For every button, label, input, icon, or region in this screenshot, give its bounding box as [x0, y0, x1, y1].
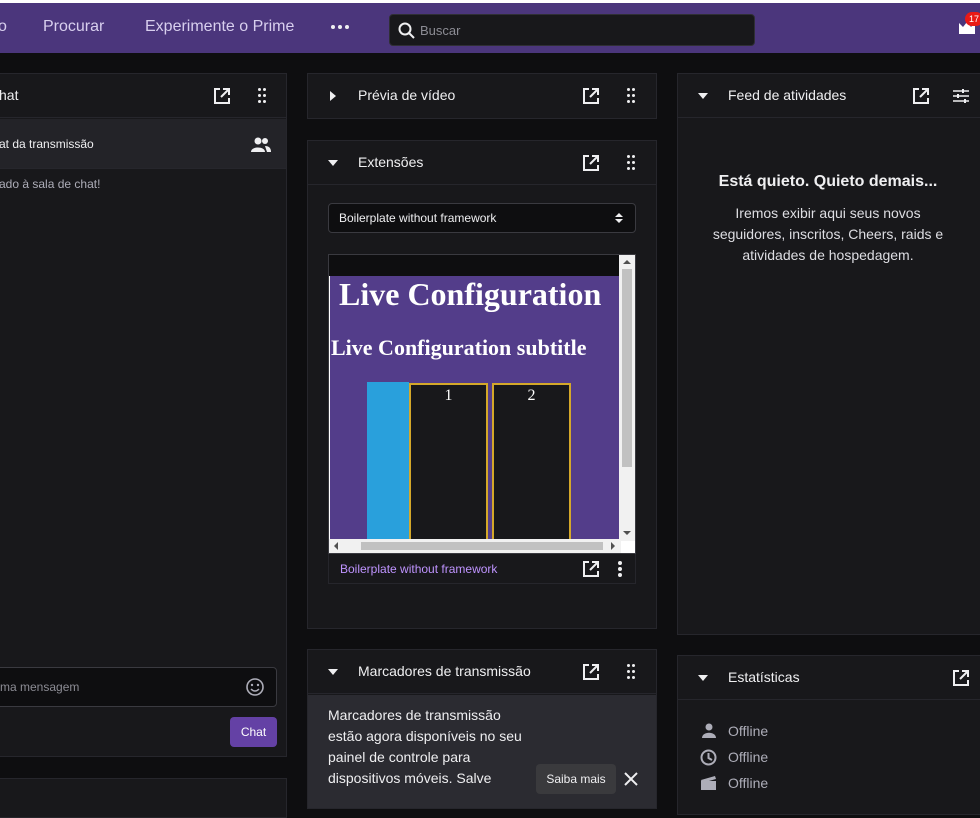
notice-line: painel de controle para — [328, 749, 471, 765]
extensions-header: Extensões — [308, 141, 656, 185]
extension-card[interactable]: 2 — [492, 383, 571, 541]
chat-panel-header: hat — [0, 74, 286, 118]
stat-viewers-value: Offline — [728, 723, 769, 739]
extension-heading: Live Configuration — [339, 276, 602, 312]
popout-icon[interactable] — [583, 155, 599, 171]
chat-input[interactable]: ma mensagem — [0, 667, 277, 707]
drag-handle-icon[interactable] — [258, 88, 266, 104]
close-icon[interactable] — [624, 772, 638, 786]
search-input[interactable] — [420, 15, 740, 45]
clock-icon — [700, 749, 717, 766]
popout-icon[interactable] — [583, 561, 599, 577]
scroll-left-icon[interactable] — [333, 542, 339, 550]
panel-title: Feed de atividades — [728, 87, 847, 103]
filter-settings-icon[interactable] — [953, 89, 969, 103]
chat-subheader-label: at da transmissão — [0, 137, 94, 151]
extension-card[interactable]: 1 — [409, 383, 488, 541]
extension-content: Live Configuration Live Configuration su… — [330, 276, 620, 541]
panel-title: hat — [0, 87, 19, 103]
nav-link-partial[interactable]: o — [0, 18, 7, 36]
activity-feed-panel: Feed de atividades Está quieto. Quieto d… — [677, 73, 980, 635]
drag-handle-icon[interactable] — [627, 664, 635, 680]
popout-icon[interactable] — [953, 670, 969, 686]
panel-title: Estatísticas — [728, 669, 800, 685]
stream-markers-panel: Marcadores de transmissão Marcadores de … — [307, 649, 657, 809]
popout-icon[interactable] — [913, 88, 929, 104]
search-box[interactable] — [389, 14, 755, 46]
expand-arrow-icon[interactable] — [330, 91, 336, 101]
scroll-up-icon[interactable] — [623, 259, 631, 265]
learn-more-button[interactable]: Saiba mais — [536, 764, 616, 794]
drag-handle-icon[interactable] — [627, 155, 635, 171]
panel-title: Marcadores de transmissão — [358, 663, 531, 679]
scroll-right-icon[interactable] — [610, 542, 616, 550]
more-dots-icon[interactable] — [331, 25, 349, 29]
top-nav-bar: o Procurar Experimente o Prime 17 — [0, 0, 980, 53]
vertical-scroll-thumb[interactable] — [622, 269, 632, 467]
chat-welcome-message: ado à sala de chat! — [0, 177, 101, 191]
extension-footer-label[interactable]: Boilerplate without framework — [340, 562, 497, 576]
popout-icon[interactable] — [583, 88, 599, 104]
collapse-arrow-icon[interactable] — [698, 93, 708, 99]
notice-line: dispositivos móveis. Salve — [328, 770, 492, 786]
clapper-icon — [701, 776, 716, 790]
drag-handle-icon[interactable] — [627, 88, 635, 104]
extension-iframe[interactable]: Live Configuration Live Configuration su… — [328, 254, 636, 554]
empty-text-line: seguidores, inscritos, Cheers, raids e — [712, 226, 944, 242]
statistics-panel: Estatísticas Offline Offline Offline — [677, 655, 980, 815]
extension-select-value: Boilerplate without framework — [339, 211, 497, 225]
scroll-down-icon[interactable] — [623, 530, 631, 536]
collapse-arrow-icon[interactable] — [328, 160, 338, 166]
horizontal-scroll-thumb[interactable] — [361, 542, 603, 550]
horizontal-scrollbar[interactable] — [329, 539, 621, 553]
stream-markers-header: Marcadores de transmissão — [308, 650, 656, 694]
users-icon[interactable] — [251, 137, 271, 153]
extension-subtitle: Live Configuration subtitle — [331, 335, 587, 360]
panel-title: Prévia de vídeo — [358, 87, 456, 103]
popout-icon[interactable] — [214, 88, 230, 104]
extension-blue-column — [367, 382, 409, 541]
stream-markers-notice: Marcadores de transmissão estão agora di… — [308, 695, 656, 808]
notice-text: Marcadores de transmissão estão agora di… — [328, 705, 522, 789]
collapse-arrow-icon[interactable] — [698, 675, 708, 681]
vertical-scrollbar[interactable] — [619, 255, 635, 541]
activity-feed-empty-text: Iremos exibir aqui seus novos seguidores… — [678, 203, 978, 266]
extension-footer: Boilerplate without framework — [328, 554, 636, 584]
chat-subheader: at da transmissão — [0, 119, 286, 169]
nav-link-browse[interactable]: Procurar — [43, 18, 104, 36]
viewer-icon — [702, 723, 716, 738]
search-icon — [398, 22, 415, 39]
extension-top-strip — [329, 255, 621, 276]
notice-line: estão agora disponíveis no seu — [328, 728, 522, 744]
popout-icon[interactable] — [583, 664, 599, 680]
stat-clips-value: Offline — [728, 775, 769, 791]
chat-send-button[interactable]: Chat — [230, 717, 277, 747]
activity-feed-empty-title: Está quieto. Quieto demais... — [718, 173, 938, 190]
extension-select[interactable]: Boilerplate without framework — [328, 203, 636, 233]
chat-panel: hat at da transmissão ado à sala de chat… — [0, 73, 287, 757]
panel-title: Extensões — [358, 154, 424, 170]
nav-link-prime[interactable]: Experimente o Prime — [145, 18, 294, 36]
select-arrows-icon — [615, 213, 623, 223]
statistics-header: Estatísticas — [678, 656, 980, 700]
stat-uptime-value: Offline — [728, 749, 769, 765]
kebab-menu-icon[interactable] — [618, 561, 622, 577]
empty-text-line: atividades de hospedagem. — [742, 247, 914, 263]
collapse-arrow-icon[interactable] — [328, 669, 338, 675]
notice-line: Marcadores de transmissão — [328, 707, 501, 723]
emoji-icon[interactable] — [246, 678, 264, 696]
empty-text-line: Iremos exibir aqui seus novos — [735, 205, 921, 221]
extensions-panel: Extensões Boilerplate without framework … — [307, 140, 657, 629]
activity-feed-header: Feed de atividades — [678, 74, 980, 118]
prime-badge: 17 — [965, 12, 980, 26]
chat-panel-lower — [0, 778, 287, 818]
video-preview-panel: Prévia de vídeo — [307, 73, 657, 119]
chat-input-placeholder: ma mensagem — [0, 680, 80, 694]
